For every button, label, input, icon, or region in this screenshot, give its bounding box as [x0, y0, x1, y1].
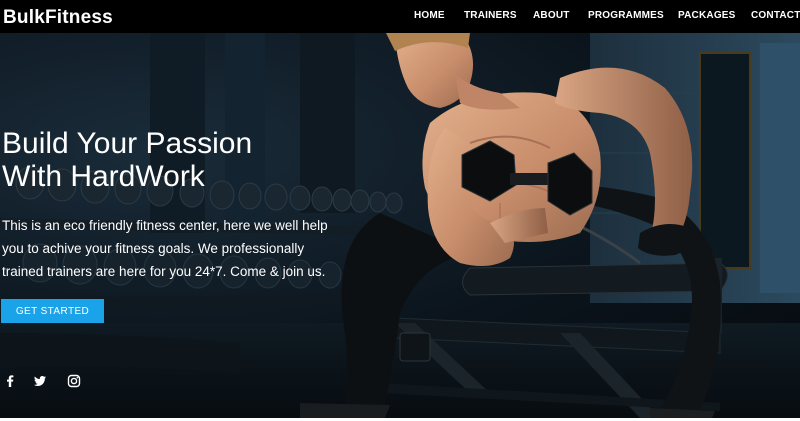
get-started-button[interactable]: GET STARTED [1, 299, 104, 323]
hero-title: Build Your Passion With HardWork [2, 127, 252, 193]
instagram-icon[interactable] [67, 374, 81, 388]
brand-logo[interactable]: BulkFitness [3, 7, 113, 29]
hero-title-line-2: With HardWork [2, 160, 205, 193]
hero-title-line-1: Build Your Passion [2, 127, 253, 160]
navbar: BulkFitness HOME TRAINERS ABOUT PROGRAMM… [0, 0, 800, 33]
nav-packages[interactable]: PACKAGES [678, 10, 736, 21]
facebook-icon[interactable] [3, 374, 17, 388]
nav-trainers[interactable]: TRAINERS [464, 10, 517, 21]
nav-home[interactable]: HOME [414, 10, 445, 21]
page: BulkFitness HOME TRAINERS ABOUT PROGRAMM… [0, 0, 800, 421]
hero-section: Build Your Passion With HardWork This is… [0, 33, 800, 418]
twitter-icon[interactable] [33, 374, 47, 388]
nav-programmes[interactable]: PROGRAMMES [588, 10, 664, 21]
nav-about[interactable]: ABOUT [533, 10, 570, 21]
nav-contact[interactable]: CONTACT [751, 10, 800, 21]
hero-description: This is an eco friendly fitness center, … [2, 218, 328, 279]
